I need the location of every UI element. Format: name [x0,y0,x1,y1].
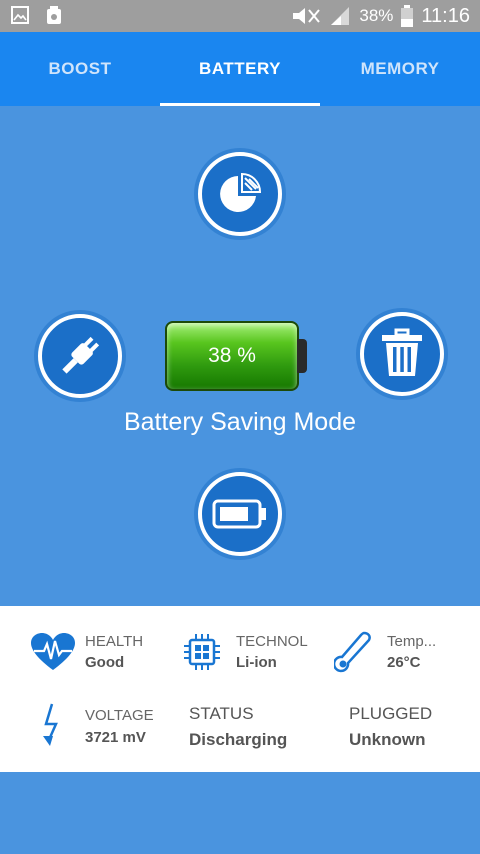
system-indicators: 38% 11:16 [291,0,470,32]
battery-details-button[interactable] [198,472,282,556]
bottom-area [0,772,480,854]
voltage-label: VOLTAGE [85,707,154,724]
technology-label: TECHNOL [236,633,308,650]
tab-battery[interactable]: BATTERY [160,32,320,106]
battery-saving-mode-label[interactable]: Battery Saving Mode [0,408,480,437]
notification-icons [10,5,64,25]
tab-boost[interactable]: BOOST [0,32,160,106]
battery-percent-text: 38% [359,6,394,25]
temperature-label: Temp... [387,633,437,650]
charging-button[interactable] [38,314,122,398]
thermometer-icon [334,631,371,673]
battery-status-icon [401,5,414,27]
plugged-label: PLUGGED [349,704,433,723]
technology-value: Li-ion [236,654,277,671]
battery-level-text: 38 % [208,344,256,367]
cleaner-notification-icon [47,6,61,24]
status-value: Discharging [189,730,288,749]
mute-icon [293,8,321,24]
usage-chart-button[interactable] [198,152,282,236]
tab-bar: BOOST BATTERY MEMORY [0,32,480,106]
battery-info-panel: HEALTH Good TECHNOL Li-ion Temp... 26°C [0,606,480,772]
clock: 11:16 [421,4,470,27]
battery-icon [212,499,266,529]
battery-main-panel: 38 % Battery Saving Mode [0,106,480,606]
battery-level-indicator: 38 % [165,321,307,391]
plug-icon [62,336,100,374]
plugged-value: Unknown [349,730,426,749]
health-value: Good [85,654,125,671]
trash-icon [382,328,422,376]
lightning-icon [43,703,58,746]
pie-chart-icon [220,172,262,212]
status-bar: 38% 11:16 [0,0,480,32]
status-label: STATUS [189,704,254,723]
heart-rate-icon [31,633,75,670]
image-notification-icon [11,6,29,24]
tab-memory[interactable]: MEMORY [320,32,480,106]
clean-trash-button[interactable] [360,312,444,396]
temperature-value: 26°C [387,654,421,671]
chip-icon [184,634,220,670]
voltage-value: 3721 mV [85,729,146,746]
health-label: HEALTH [85,633,144,650]
signal-icon [331,7,350,25]
